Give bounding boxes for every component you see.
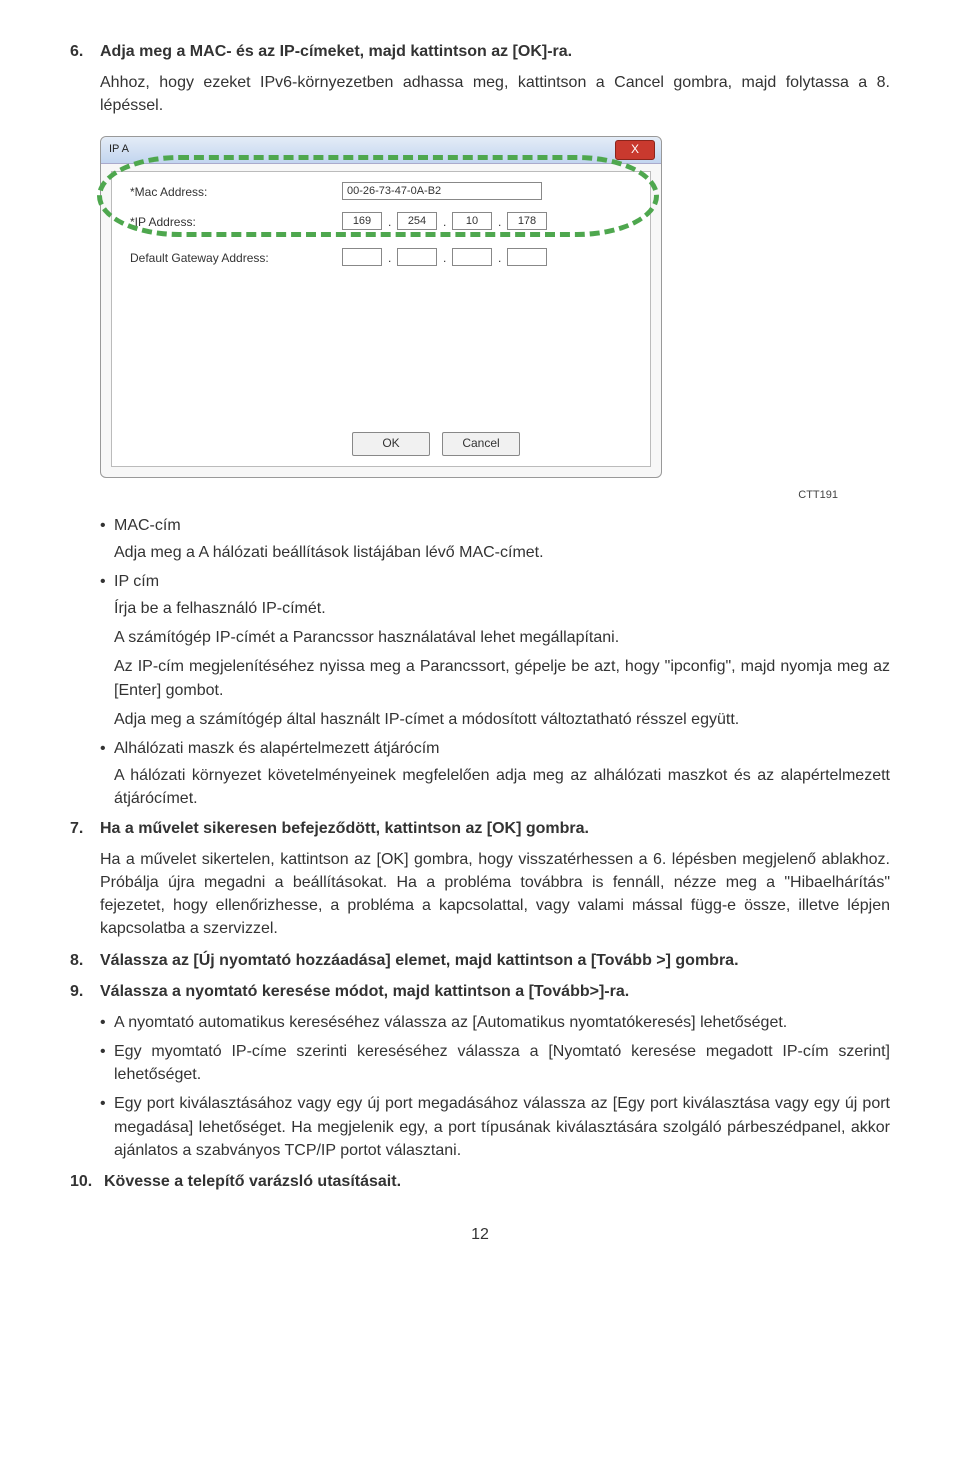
ip-label: *IP Address: <box>130 214 196 231</box>
ip-field-d: 178 <box>507 212 547 230</box>
dialog-titlebar: IP A X <box>101 137 661 164</box>
cancel-button: Cancel <box>442 432 520 456</box>
ip-line3: Az IP-cím megjelenítéséhez nyissa meg a … <box>114 655 890 701</box>
ok-button: OK <box>352 432 430 456</box>
gw-field-a <box>342 248 382 266</box>
mac-heading: MAC-cím <box>114 514 181 537</box>
ip-line4: Adja meg a számítógép által használt IP-… <box>114 708 890 731</box>
ip-dot: . <box>498 250 501 267</box>
dialog-body: *Mac Address: 00-26-73-47-0A-B2 *IP Addr… <box>111 171 651 467</box>
step9-title: Válassza a nyomtató keresése módot, majd… <box>100 983 629 1000</box>
step7-body: Ha a művelet sikertelen, kattintson az [… <box>100 848 890 941</box>
step6-num: 6. <box>70 40 100 63</box>
ip-dot: . <box>388 214 391 231</box>
dialog-title-text: IP A <box>109 142 129 158</box>
gw-field-d <box>507 248 547 266</box>
bullet-dot: • <box>100 1092 114 1162</box>
page-number: 12 <box>70 1223 890 1246</box>
gw-field-b <box>397 248 437 266</box>
mac-field: 00-26-73-47-0A-B2 <box>342 182 542 200</box>
ip-dot: . <box>443 214 446 231</box>
dialog-screenshot: IP A X *Mac Address: 00-26-73-47-0A-B2 *… <box>100 128 670 478</box>
bullet-dot: • <box>100 737 114 760</box>
ip-field-c: 10 <box>452 212 492 230</box>
ip-field-a: 169 <box>342 212 382 230</box>
step9-b1: A nyomtató automatikus kereséséhez válas… <box>114 1011 890 1034</box>
gw-field-c <box>452 248 492 266</box>
bullet-dot: • <box>100 570 114 593</box>
close-icon: X <box>615 140 655 160</box>
dialog-window: IP A X *Mac Address: 00-26-73-47-0A-B2 *… <box>100 136 662 478</box>
step9-b2: Egy myomtató IP-címe szerinti kereséséhe… <box>114 1040 890 1086</box>
ip-dot: . <box>388 250 391 267</box>
gw-heading: Alhálózati maszk és alapértelmezett átjá… <box>114 737 439 760</box>
step9-num: 9. <box>70 980 100 1003</box>
mac-body: Adja meg a A hálózati beállítások listáj… <box>114 541 890 564</box>
step10-title: Kövesse a telepítő varázsló utasításait. <box>104 1173 401 1190</box>
ip-dot: . <box>443 250 446 267</box>
step10-num: 10. <box>70 1170 104 1193</box>
step8-title: Válassza az [Új nyomtató hozzáadása] ele… <box>100 952 739 969</box>
bullet-dot: • <box>100 1040 114 1086</box>
step7-title: Ha a művelet sikeresen befejeződött, kat… <box>100 820 589 837</box>
step6-title: Adja meg a MAC- és az IP-címeket, majd k… <box>100 43 572 60</box>
mac-label: *Mac Address: <box>130 184 207 201</box>
ip-dot: . <box>498 214 501 231</box>
image-code: CTT191 <box>70 488 838 504</box>
gw-body: A hálózati környezet követelményeinek me… <box>114 764 890 810</box>
bullet-dot: • <box>100 514 114 537</box>
gateway-label: Default Gateway Address: <box>130 250 269 267</box>
step8-num: 8. <box>70 949 100 972</box>
step9-b3: Egy port kiválasztásához vagy egy új por… <box>114 1092 890 1162</box>
bullet-dot: • <box>100 1011 114 1034</box>
ip-heading: IP cím <box>114 570 159 593</box>
ip-field-b: 254 <box>397 212 437 230</box>
ip-line2: A számítógép IP-címét a Parancssor haszn… <box>114 626 890 649</box>
step7-num: 7. <box>70 817 100 840</box>
ip-line1: Írja be a felhasználó IP-címét. <box>114 597 890 620</box>
step6-line1: Ahhoz, hogy ezeket IPv6-környezetben adh… <box>100 71 890 117</box>
